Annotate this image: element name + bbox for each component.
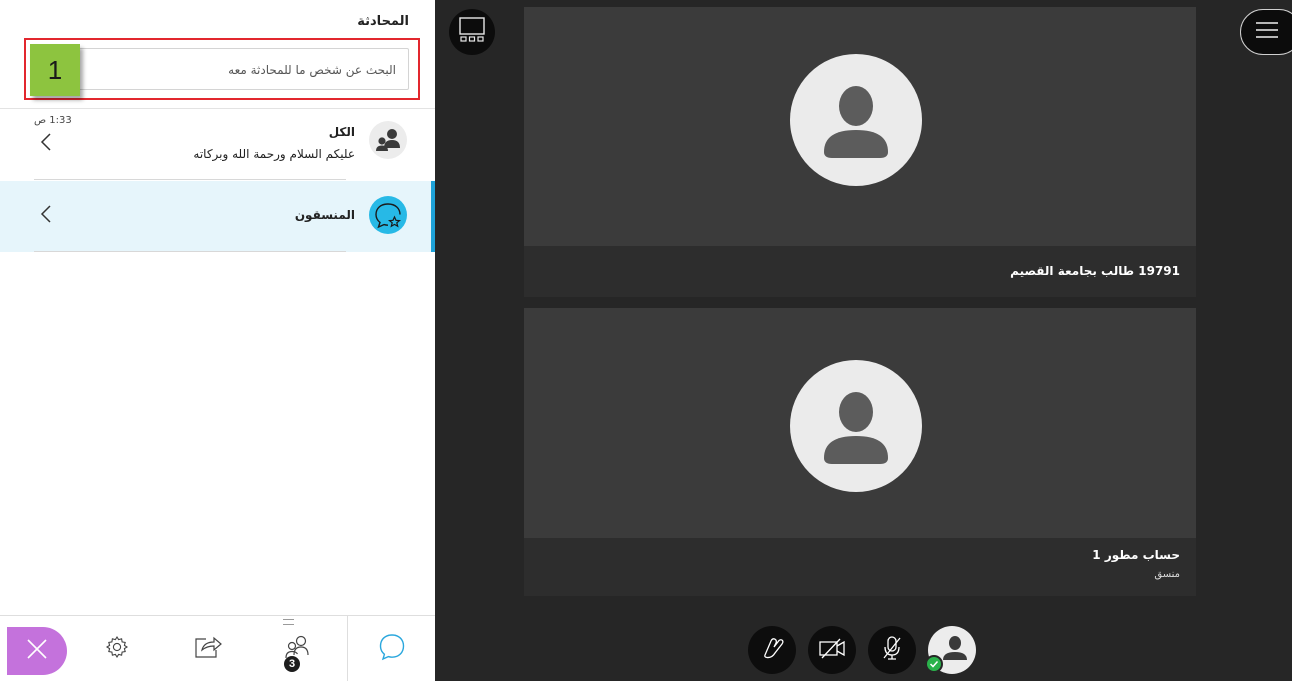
participant-role: منسق — [1154, 569, 1180, 580]
microphone-toggle-button[interactable] — [868, 626, 916, 674]
gear-icon — [105, 635, 129, 663]
conversation-everyone[interactable]: الكل عليكم السلام ورحمة الله وبركاته 1:3… — [0, 109, 435, 180]
highlight-frame — [24, 38, 420, 100]
camera-toggle-button[interactable] — [808, 626, 856, 674]
raise-hand-icon — [759, 635, 785, 665]
raise-hand-button[interactable] — [748, 626, 796, 674]
participant-video-tile[interactable]: 19791 طالب بجامعة القصيم — [524, 7, 1196, 297]
moderators-chat-icon — [369, 196, 407, 234]
chat-bubble-icon — [377, 632, 407, 666]
tab-attendees[interactable] — [266, 616, 328, 681]
layout-toggle-button[interactable] — [449, 9, 495, 55]
conversation-name: المنسقون — [294, 208, 355, 222]
selected-indicator — [431, 181, 435, 252]
close-icon — [25, 637, 49, 665]
profile-avatar-icon — [790, 54, 922, 186]
hamburger-menu-icon — [1255, 21, 1279, 43]
chevron-left-icon — [40, 133, 52, 154]
row-divider — [34, 179, 346, 180]
video-area — [524, 308, 1196, 538]
session-menu-button[interactable] — [1240, 9, 1292, 55]
video-area — [524, 7, 1196, 246]
conversation-last-message: عليكم السلام ورحمة الله وبركاته — [193, 147, 355, 161]
participant-video-tile[interactable]: حساب مطور 1 منسق — [524, 308, 1196, 596]
chevron-left-icon — [40, 205, 52, 226]
profile-avatar-icon — [790, 360, 922, 492]
conversation-name: الكل — [328, 125, 355, 139]
tile-caption: حساب مطور 1 منسق — [524, 538, 1196, 596]
tab-share-content[interactable] — [176, 616, 238, 681]
tab-chat[interactable] — [347, 616, 436, 681]
tab-settings[interactable] — [86, 616, 148, 681]
layout-icon — [458, 16, 486, 48]
group-avatar-icon — [369, 121, 407, 159]
panel-title: المحادثة — [357, 14, 409, 29]
conversation-time: 1:33 ص — [34, 115, 72, 126]
camera-off-icon — [818, 636, 846, 664]
attendee-count-badge: 3 — [284, 656, 300, 672]
share-icon — [192, 635, 222, 663]
conversation-moderators[interactable]: المنسقون — [0, 181, 435, 252]
participant-name: 19791 طالب بجامعة القصيم — [1010, 264, 1180, 278]
microphone-off-icon — [880, 635, 904, 665]
tile-caption: 19791 طالب بجامعة القصيم — [524, 246, 1196, 297]
close-panel-button[interactable] — [7, 627, 67, 675]
step-badge: 1 — [30, 44, 80, 96]
chat-panel: المحادثة 1 الكل عليكم السلام ورحمة الله … — [0, 0, 435, 681]
status-available-icon — [925, 655, 943, 673]
row-divider — [34, 251, 346, 252]
participant-name: حساب مطور 1 — [1092, 548, 1180, 562]
